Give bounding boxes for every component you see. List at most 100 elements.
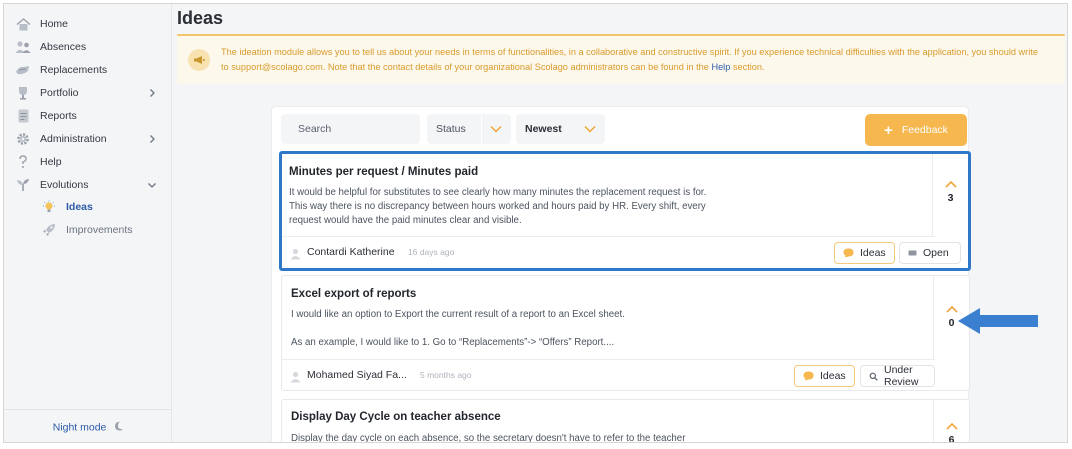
info-notice: The ideation module allows you to tell u… xyxy=(177,34,1065,84)
help-link[interactable]: Help xyxy=(711,62,730,72)
user-avatar-icon xyxy=(290,247,301,260)
ideas-feed: Status Newest + Feedback Minutes per req xyxy=(271,106,971,443)
night-mode-toggle[interactable]: Night mode xyxy=(4,421,172,434)
idea-description-line: As an example, I would like to 1. Go to … xyxy=(291,337,615,348)
idea-footer: Contardi Katherine 16 days ago Ideas Ope… xyxy=(282,236,961,268)
sort-dropdown[interactable]: Newest xyxy=(516,114,605,144)
status-tag[interactable]: Under Review xyxy=(860,364,935,388)
category-label: Ideas xyxy=(860,247,886,259)
report-icon xyxy=(14,108,32,124)
category-tag[interactable]: Ideas xyxy=(834,242,895,264)
idea-description: Display the day cycle on each absence, s… xyxy=(291,432,791,443)
magnifier-icon xyxy=(869,372,878,381)
main-content: Ideas The ideation module allows you to … xyxy=(172,4,1067,442)
inbox-icon xyxy=(908,249,917,257)
status-filter-dropdown[interactable]: Status xyxy=(427,114,511,144)
upvote-icon[interactable] xyxy=(945,422,959,431)
sort-label: Newest xyxy=(525,123,562,135)
chat-bubble-icon xyxy=(803,371,814,381)
sprout-icon xyxy=(14,177,32,193)
sidebar-subitem-ideas[interactable]: Ideas xyxy=(40,198,93,216)
idea-timestamp: 16 days ago xyxy=(408,247,455,257)
status-tag[interactable]: Open xyxy=(899,242,961,264)
idea-description-line xyxy=(291,322,791,336)
sidebar-item-label: Absences xyxy=(40,41,87,53)
sidebar-item-label: Reports xyxy=(40,110,77,122)
idea-timestamp: 5 months ago xyxy=(420,370,472,380)
idea-title: Excel export of reports xyxy=(291,288,417,300)
megaphone-icon xyxy=(188,49,210,71)
vote-count: 0 xyxy=(948,317,955,329)
user-avatar-icon xyxy=(290,370,301,383)
vote-count: 6 xyxy=(948,434,955,443)
replacements-icon xyxy=(14,62,32,78)
idea-description: It would be helpful for substitutes to s… xyxy=(289,186,789,228)
idea-description-line: This way there is no discrepancy between… xyxy=(289,201,706,212)
category-label: Ideas xyxy=(820,370,846,382)
idea-card[interactable]: Minutes per request / Minutes paid It wo… xyxy=(279,151,971,271)
sidebar-item-label: Improvements xyxy=(66,224,133,236)
trophy-icon xyxy=(14,85,32,101)
moon-icon xyxy=(114,421,123,434)
sidebar-subitem-improvements[interactable]: Improvements xyxy=(40,221,133,239)
plus-icon: + xyxy=(884,121,893,139)
sidebar-item-administration[interactable]: Administration xyxy=(14,129,162,149)
sidebar-item-reports[interactable]: Reports xyxy=(14,106,162,126)
upvote-icon[interactable] xyxy=(944,180,958,189)
lightbulb-icon xyxy=(40,199,58,215)
chevron-down-icon xyxy=(146,178,158,190)
sidebar-item-label: Replacements xyxy=(40,64,108,76)
status-filter-label: Status xyxy=(436,123,466,135)
gear-icon xyxy=(14,131,32,147)
idea-description-line: Display the day cycle on each absence, s… xyxy=(291,433,686,443)
sidebar-divider xyxy=(4,409,172,410)
chevron-right-icon xyxy=(146,132,158,144)
idea-footer: Mohamed Siyad Fa... 5 months ago Ideas U… xyxy=(282,359,935,391)
idea-description-line: It would be helpful for substitutes to s… xyxy=(289,187,707,198)
sidebar-item-help[interactable]: Help xyxy=(14,152,162,172)
chevron-down-icon xyxy=(489,124,503,134)
notice-suffix: section. xyxy=(732,62,765,72)
people-icon xyxy=(14,39,32,55)
idea-card[interactable]: Display Day Cycle on teacher absence Dis… xyxy=(281,399,970,443)
sidebar-item-replacements[interactable]: Replacements xyxy=(14,60,162,80)
idea-title: Minutes per request / Minutes paid xyxy=(289,166,479,178)
idea-description-line: request would have the paid minutes clea… xyxy=(289,215,522,226)
category-tag[interactable]: Ideas xyxy=(794,365,855,387)
dropdown-separator xyxy=(481,114,482,144)
dropdown-separator xyxy=(572,114,573,144)
sidebar-item-label: Administration xyxy=(40,133,107,145)
status-label: Under Review xyxy=(884,364,919,388)
idea-description: I would like an option to Export the cur… xyxy=(291,308,791,350)
feedback-button-label: Feedback xyxy=(901,124,948,136)
idea-author: Mohamed Siyad Fa... xyxy=(307,369,407,381)
chat-bubble-icon xyxy=(843,248,854,258)
feedback-button[interactable]: + Feedback xyxy=(865,114,967,146)
notice-text: The ideation module allows you to tell u… xyxy=(221,45,1041,75)
sidebar-item-label: Portfolio xyxy=(40,87,79,99)
vote-column: 3 xyxy=(932,154,968,236)
night-mode-label: Night mode xyxy=(52,421,107,434)
rocket-icon xyxy=(40,222,58,238)
sidebar-item-absences[interactable]: Absences xyxy=(14,37,162,57)
idea-description-line: I would like an option to Export the cur… xyxy=(291,309,625,320)
sidebar-item-portfolio[interactable]: Portfolio xyxy=(14,83,162,103)
vote-column: 6 xyxy=(933,400,969,443)
page-title: Ideas xyxy=(177,8,224,28)
sidebar-item-label: Home xyxy=(40,18,69,30)
sidebar-item-evolutions[interactable]: Evolutions xyxy=(14,175,162,195)
sidebar: Home Absences Replacements Portfolio Rep… xyxy=(4,4,172,442)
notice-body: The ideation module allows you to tell u… xyxy=(221,47,1038,72)
idea-title: Display Day Cycle on teacher absence xyxy=(291,411,501,423)
search-input[interactable] xyxy=(281,114,420,144)
chevron-right-icon xyxy=(146,86,158,98)
app-window: Home Absences Replacements Portfolio Rep… xyxy=(3,3,1068,443)
idea-card[interactable]: Excel export of reports I would like an … xyxy=(281,275,970,391)
chevron-down-icon xyxy=(583,124,597,134)
upvote-icon[interactable] xyxy=(945,305,959,314)
question-icon xyxy=(14,154,32,170)
annotation-arrow-icon xyxy=(958,308,1038,334)
sidebar-item-label: Help xyxy=(40,156,62,168)
sidebar-item-home[interactable]: Home xyxy=(14,14,162,34)
home-icon xyxy=(14,16,32,32)
